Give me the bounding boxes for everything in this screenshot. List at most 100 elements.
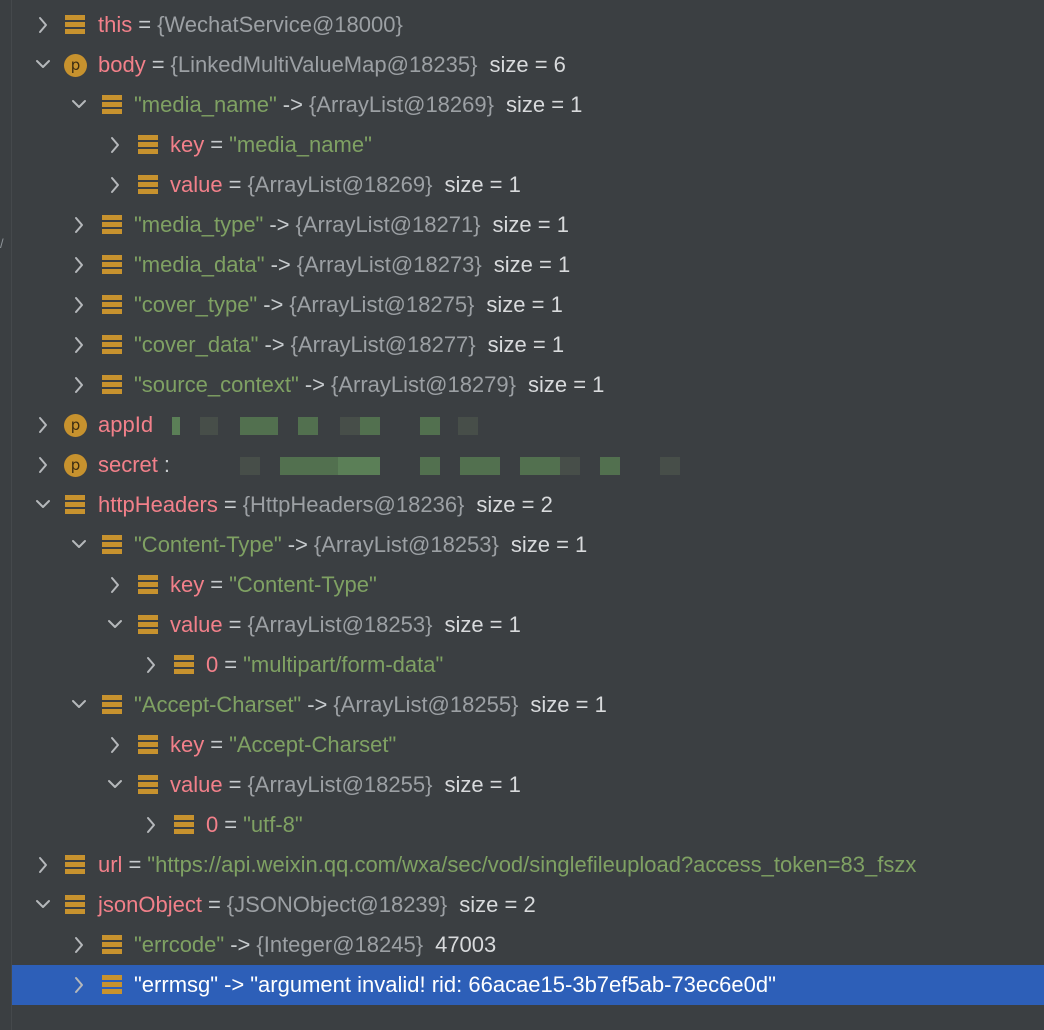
- chevron-right-icon[interactable]: [32, 405, 54, 445]
- field-icon: [101, 694, 123, 716]
- variable-name: 0: [206, 812, 219, 837]
- variable-value: {HttpHeaders@18236}: [242, 492, 465, 517]
- operator: ->: [230, 932, 251, 957]
- chevron-right-icon[interactable]: [68, 325, 90, 365]
- chevron-right-icon[interactable]: [104, 125, 126, 165]
- tree-row[interactable]: "media_name" -> {ArrayList@18269} size = 1: [12, 85, 1044, 125]
- variable-value: {ArrayList@18253}: [313, 532, 499, 557]
- variable-value: {ArrayList@18273}: [296, 252, 482, 277]
- tree-row[interactable]: 0 = "utf-8": [12, 805, 1044, 845]
- chevron-down-icon[interactable]: [68, 685, 90, 725]
- variable-name: url: [98, 852, 123, 877]
- field-icon: [101, 934, 123, 956]
- tree-row[interactable]: p appId: [12, 405, 1044, 445]
- tree-row[interactable]: "cover_type" -> {ArrayList@18275} size = 1: [12, 285, 1044, 325]
- chevron-down-icon[interactable]: [104, 765, 126, 805]
- chevron-right-icon[interactable]: [32, 845, 54, 885]
- field-icon: [137, 614, 159, 636]
- chevron-right-icon[interactable]: [32, 5, 54, 45]
- chevron-right-icon[interactable]: [68, 285, 90, 325]
- chevron-right-icon[interactable]: [104, 165, 126, 205]
- chevron-right-icon[interactable]: [104, 725, 126, 765]
- operator: =: [210, 132, 224, 157]
- operator: =: [210, 732, 224, 757]
- chevron-right-icon[interactable]: [68, 205, 90, 245]
- tree-row[interactable]: this = {WechatService@18000}: [12, 5, 1044, 45]
- tree-row[interactable]: 0 = "multipart/form-data": [12, 645, 1044, 685]
- size-label: size = 1: [487, 332, 565, 357]
- tree-row[interactable]: "Accept-Charset" -> {ArrayList@18255} size …: [12, 685, 1044, 725]
- variable-name: httpHeaders: [98, 492, 218, 517]
- size-label: size = 1: [493, 252, 571, 277]
- variable-value: "argument invalid! rid: 66acae15-3b7ef5a…: [250, 972, 776, 997]
- variable-value: {ArrayList@18275}: [289, 292, 475, 317]
- redacted-block: [338, 457, 380, 475]
- tree-row[interactable]: key = "media_name": [12, 125, 1044, 165]
- variable-value: {ArrayList@18271}: [295, 212, 481, 237]
- variable-name: "cover_type": [134, 292, 258, 317]
- operator: =: [207, 892, 221, 917]
- tree-row[interactable]: "source_context" -> {ArrayList@18279} size …: [12, 365, 1044, 405]
- redacted-block: [360, 417, 380, 435]
- variable-name: value: [170, 612, 223, 637]
- chevron-right-icon[interactable]: [68, 965, 90, 1005]
- redacted-block: [600, 457, 620, 475]
- tree-row[interactable]: "cover_data" -> {ArrayList@18277} size = 1: [12, 325, 1044, 365]
- tree-row[interactable]: url = "https://api.weixin.qq.com/wxa/sec/v…: [12, 845, 1044, 885]
- variable-value: {WechatService@18000}: [157, 12, 403, 37]
- chevron-right-icon[interactable]: [68, 365, 90, 405]
- redacted-block: [420, 417, 440, 435]
- variable-name: 0: [206, 652, 219, 677]
- tree-row[interactable]: key = "Content-Type": [12, 565, 1044, 605]
- variable-value: {ArrayList@18279}: [330, 372, 516, 397]
- redacted-block: [240, 457, 260, 475]
- operator: ->: [282, 92, 303, 117]
- chevron-down-icon[interactable]: [68, 85, 90, 125]
- size-label: size = 6: [489, 52, 566, 77]
- tree-row[interactable]: p body = {LinkedMultiValueMap@18235} size = …: [12, 45, 1044, 85]
- tree-row[interactable]: key = "Accept-Charset": [12, 725, 1044, 765]
- variables-tree[interactable]: / this = {WechatService@18000} p body = {Linke…: [0, 0, 1044, 1030]
- chevron-right-icon[interactable]: [68, 245, 90, 285]
- tree-row[interactable]: value = {ArrayList@18253} size = 1: [12, 605, 1044, 645]
- redacted-block: [460, 457, 500, 475]
- tree-row[interactable]: "errcode" -> {Integer@18245} 47003: [12, 925, 1044, 965]
- chevron-down-icon[interactable]: [32, 45, 54, 85]
- tree-row[interactable]: "media_data" -> {ArrayList@18273} size = 1: [12, 245, 1044, 285]
- chevron-down-icon[interactable]: [68, 525, 90, 565]
- tree-row[interactable]: p secret:: [12, 445, 1044, 485]
- redacted-block: [420, 457, 440, 475]
- tree-row[interactable]: "Content-Type" -> {ArrayList@18253} size = …: [12, 525, 1044, 565]
- chevron-right-icon[interactable]: [140, 645, 162, 685]
- variable-name: value: [170, 172, 223, 197]
- tree-row[interactable]: value = {ArrayList@18255} size = 1: [12, 765, 1044, 805]
- chevron-down-icon[interactable]: [32, 885, 54, 925]
- tree-row[interactable]: "media_type" -> {ArrayList@18271} size = 1: [12, 205, 1044, 245]
- size-label: size = 1: [492, 212, 569, 237]
- variable-name: "Accept-Charset": [134, 692, 302, 717]
- chevron-right-icon[interactable]: [140, 805, 162, 845]
- tree-row[interactable]: value = {ArrayList@18269} size = 1: [12, 165, 1044, 205]
- chevron-right-icon[interactable]: [104, 565, 126, 605]
- size-label: 47003: [435, 932, 497, 957]
- field-icon: [101, 374, 123, 396]
- variable-value: {ArrayList@18269}: [247, 172, 433, 197]
- field-icon: [101, 94, 123, 116]
- variable-name: "cover_data": [134, 332, 259, 357]
- field-icon: [173, 654, 195, 676]
- variable-name: "Content-Type": [134, 532, 282, 557]
- field-icon: [101, 534, 123, 556]
- tree-row[interactable]: "errmsg" -> "argument invalid! rid: 66acae…: [12, 965, 1044, 1005]
- chevron-down-icon[interactable]: [104, 605, 126, 645]
- tree-row[interactable]: httpHeaders = {HttpHeaders@18236} size = 2: [12, 485, 1044, 525]
- field-icon: [101, 294, 123, 316]
- tree-row[interactable]: jsonObject = {JSONObject@18239} size = 2: [12, 885, 1044, 925]
- chevron-right-icon[interactable]: [68, 925, 90, 965]
- variable-value: {ArrayList@18269}: [308, 92, 494, 117]
- variable-value: {ArrayList@18277}: [290, 332, 476, 357]
- size-label: size = 1: [510, 532, 588, 557]
- chevron-right-icon[interactable]: [32, 445, 54, 485]
- field-icon: [64, 894, 86, 916]
- chevron-down-icon[interactable]: [32, 485, 54, 525]
- operator: =: [138, 12, 152, 37]
